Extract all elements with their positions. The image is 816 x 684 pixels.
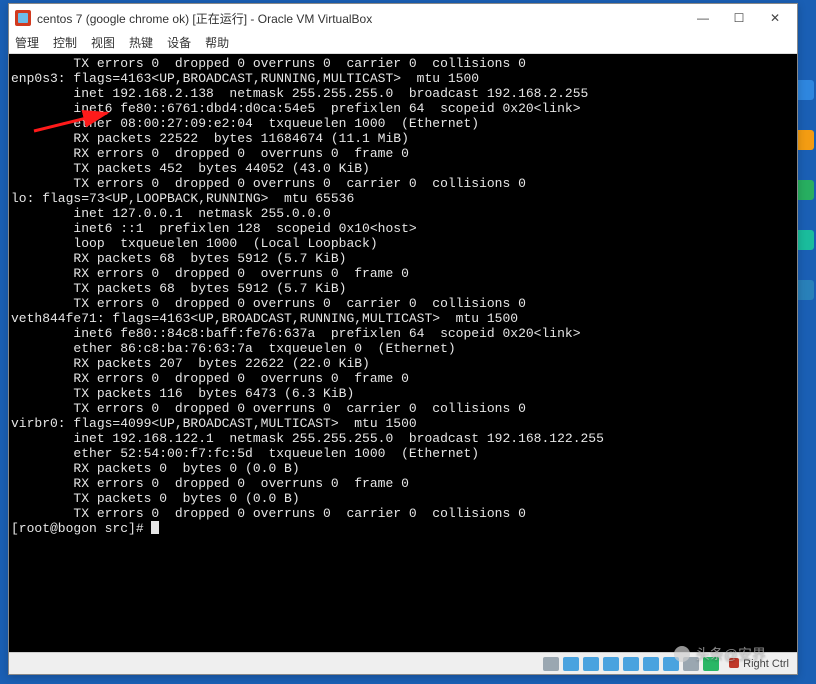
terminal-line: RX packets 207 bytes 22622 (22.0 KiB) xyxy=(11,356,797,371)
terminal-line: inet6 ::1 prefixlen 128 scopeid 0x10<hos… xyxy=(11,221,797,236)
menu-devices[interactable]: 设备 xyxy=(167,34,191,51)
virtualbox-icon xyxy=(15,10,31,26)
watermark: 头条@安界 xyxy=(674,644,766,664)
terminal-line: veth844fe71: flags=4163<UP,BROADCAST,RUN… xyxy=(11,311,797,326)
menu-manage[interactable]: 管理 xyxy=(15,34,39,51)
terminal-line: inet 192.168.122.1 netmask 255.255.255.0… xyxy=(11,431,797,446)
window-title: centos 7 (google chrome ok) [正在运行] - Ora… xyxy=(37,10,685,27)
terminal-line: inet6 fe80::6761:dbd4:d0ca:54e5 prefixle… xyxy=(11,101,797,116)
terminal-line: inet 192.168.2.138 netmask 255.255.255.0… xyxy=(11,86,797,101)
menu-control[interactable]: 控制 xyxy=(53,34,77,51)
terminal-line: RX packets 0 bytes 0 (0.0 B) xyxy=(11,461,797,476)
terminal-line: TX errors 0 dropped 0 overruns 0 carrier… xyxy=(11,401,797,416)
menu-help[interactable]: 帮助 xyxy=(205,34,229,51)
terminal-line: TX packets 68 bytes 5912 (5.7 KiB) xyxy=(11,281,797,296)
maximize-button[interactable]: ☐ xyxy=(721,6,757,30)
audio-icon xyxy=(583,657,599,671)
terminal-line: RX errors 0 dropped 0 overruns 0 frame 0 xyxy=(11,371,797,386)
terminal[interactable]: TX errors 0 dropped 0 overruns 0 carrier… xyxy=(9,54,797,652)
terminal-line: ether 86:c8:ba:76:63:7a txqueuelen 0 (Et… xyxy=(11,341,797,356)
watermark-text: 头条@安界 xyxy=(696,644,766,664)
terminal-line: RX packets 68 bytes 5912 (5.7 KiB) xyxy=(11,251,797,266)
menubar: 管理 控制 视图 热键 设备 帮助 xyxy=(9,32,797,54)
terminal-line: RX errors 0 dropped 0 overruns 0 frame 0 xyxy=(11,146,797,161)
terminal-line: RX packets 22522 bytes 11684674 (11.1 Mi… xyxy=(11,131,797,146)
terminal-line: loop txqueuelen 1000 (Local Loopback) xyxy=(11,236,797,251)
terminal-line: TX packets 0 bytes 0 (0.0 B) xyxy=(11,491,797,506)
terminal-line: TX errors 0 dropped 0 overruns 0 carrier… xyxy=(11,56,797,71)
optical-icon xyxy=(563,657,579,671)
terminal-line: ether 08:00:27:09:e2:04 txqueuelen 1000 … xyxy=(11,116,797,131)
cursor xyxy=(151,521,159,534)
shared-folders-icon xyxy=(643,657,659,671)
terminal-line: TX errors 0 dropped 0 overruns 0 carrier… xyxy=(11,506,797,521)
terminal-line: lo: flags=73<UP,LOOPBACK,RUNNING> mtu 65… xyxy=(11,191,797,206)
disk-icon xyxy=(543,657,559,671)
terminal-line: enp0s3: flags=4163<UP,BROADCAST,RUNNING,… xyxy=(11,71,797,86)
watermark-icon xyxy=(674,646,690,662)
network-icon xyxy=(603,657,619,671)
terminal-line: TX errors 0 dropped 0 overruns 0 carrier… xyxy=(11,296,797,311)
terminal-line: TX packets 116 bytes 6473 (6.3 KiB) xyxy=(11,386,797,401)
terminal-line: ether 52:54:00:f7:fc:5d txqueuelen 1000 … xyxy=(11,446,797,461)
titlebar[interactable]: centos 7 (google chrome ok) [正在运行] - Ora… xyxy=(9,4,797,32)
usb-icon xyxy=(623,657,639,671)
virtualbox-window: centos 7 (google chrome ok) [正在运行] - Ora… xyxy=(8,3,798,675)
terminal-line: inet6 fe80::84c8:baff:fe76:637a prefixle… xyxy=(11,326,797,341)
minimize-button[interactable]: — xyxy=(685,6,721,30)
terminal-line: inet 127.0.0.1 netmask 255.0.0.0 xyxy=(11,206,797,221)
menu-hotkeys[interactable]: 热键 xyxy=(129,34,153,51)
terminal-line: RX errors 0 dropped 0 overruns 0 frame 0 xyxy=(11,476,797,491)
terminal-line: RX errors 0 dropped 0 overruns 0 frame 0 xyxy=(11,266,797,281)
terminal-line: virbr0: flags=4099<UP,BROADCAST,MULTICAS… xyxy=(11,416,797,431)
terminal-line: [root@bogon src]# xyxy=(11,521,797,536)
close-button[interactable]: ✕ xyxy=(757,6,793,30)
terminal-line: TX packets 452 bytes 44052 (43.0 KiB) xyxy=(11,161,797,176)
terminal-line: TX errors 0 dropped 0 overruns 0 carrier… xyxy=(11,176,797,191)
menu-view[interactable]: 视图 xyxy=(91,34,115,51)
